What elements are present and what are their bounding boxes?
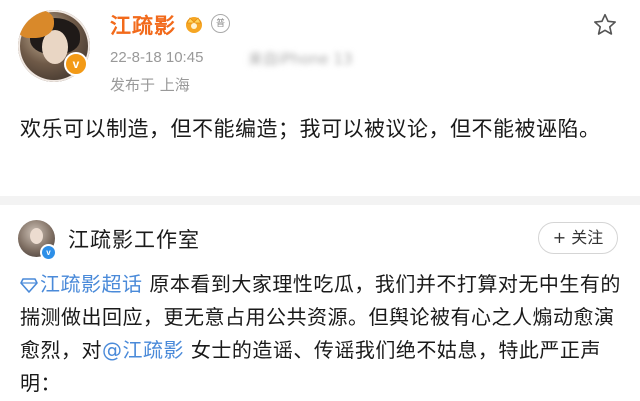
topic-diamond-icon [20, 278, 38, 293]
divider [0, 196, 640, 205]
topic-link-label[interactable]: 江疏影超话 [40, 272, 143, 296]
post-text: 欢乐可以制造，但不能编造；我可以被议论，但不能被诬陷。 [20, 117, 601, 141]
mention-link[interactable]: @江疏影 [102, 338, 184, 362]
post-source: 来自iPhone 13 [248, 50, 353, 68]
verified-badge-icon: v [40, 244, 57, 261]
username[interactable]: 江疏影工作室 [68, 224, 200, 254]
member-icon[interactable]: 普 [211, 14, 230, 33]
username[interactable]: 江疏影 [110, 10, 176, 40]
follow-button[interactable]: + 关注 [538, 222, 618, 254]
star-icon[interactable] [592, 12, 618, 38]
post-location: 发布于 上海 [110, 76, 190, 94]
crown-icon[interactable] [182, 14, 206, 34]
topic-link[interactable]: 江疏影超话 [20, 272, 143, 296]
post-timestamp: 22-8-18 10:45 [110, 49, 204, 66]
verified-badge-icon: v [64, 52, 88, 76]
post-text: 江疏影超话 原本看到大家理性吃瓜，我们并不打算对无中生有的揣测做出回应，更无意占… [20, 268, 630, 400]
